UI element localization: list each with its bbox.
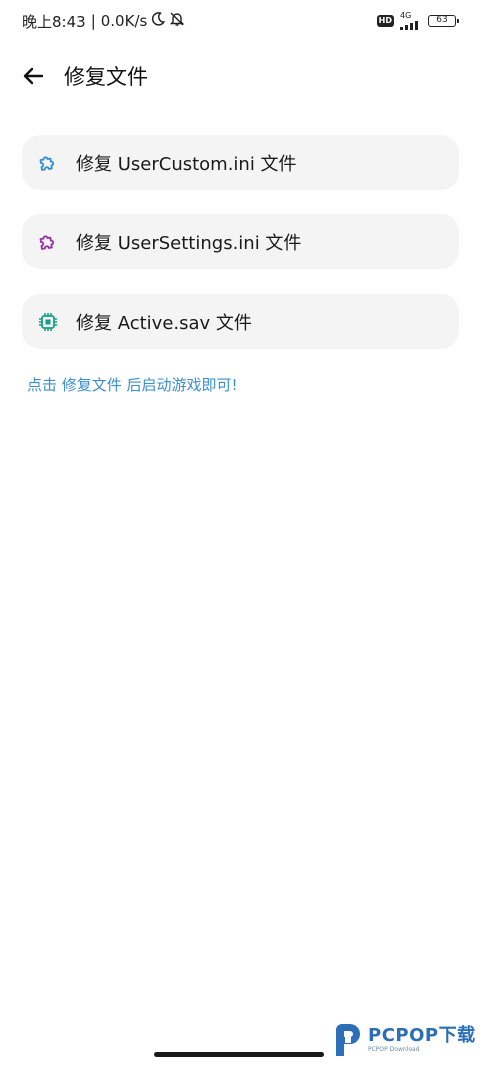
- app-bar: 修复文件: [0, 50, 480, 102]
- hd-badge: HD: [376, 15, 394, 27]
- watermark-text: PCPOP下载 PCPOP Download: [368, 1026, 476, 1054]
- watermark: PCPOP下载 PCPOP Download: [332, 1020, 480, 1060]
- item-label: 修复 Active.sav 文件: [76, 312, 252, 334]
- page-title: 修复文件: [64, 65, 148, 89]
- arrow-left-icon: [23, 67, 44, 85]
- puzzle-icon: [36, 230, 60, 254]
- puzzle-icon: [36, 151, 60, 175]
- network-type: 4G: [400, 11, 412, 20]
- chip-icon: [36, 310, 60, 334]
- back-button[interactable]: [11, 54, 55, 98]
- status-time: 晚上8:43: [22, 12, 86, 31]
- item-label: 修复 UserSettings.ini 文件: [76, 232, 302, 254]
- bell-off-icon: [169, 11, 185, 31]
- home-indicator[interactable]: [154, 1052, 324, 1057]
- fix-usersettings-item[interactable]: 修复 UserSettings.ini 文件: [22, 214, 459, 269]
- pcpop-logo-icon: [336, 1024, 360, 1056]
- status-left: 晚上8:43 | 0.0K/s: [22, 11, 185, 32]
- screen: 晚上8:43 | 0.0K/s HD 4G 63 修复文件 修复 UserCus…: [0, 0, 480, 1066]
- fix-usercustom-item[interactable]: 修复 UserCustom.ini 文件: [22, 135, 459, 190]
- status-speed: 0.0K/s: [100, 12, 148, 30]
- status-bar: 晚上8:43 | 0.0K/s HD 4G 63: [0, 0, 480, 42]
- item-label: 修复 UserCustom.ini 文件: [76, 153, 297, 175]
- network-indicator: 4G: [400, 12, 422, 30]
- battery-level: 63: [436, 15, 448, 25]
- watermark-main: PCPOP下载: [368, 1025, 476, 1046]
- battery-icon: 63: [428, 15, 459, 27]
- moon-icon: [150, 11, 166, 31]
- status-separator: |: [90, 12, 96, 30]
- hint-text: 点击 修复文件 后启动游戏即可!: [27, 376, 238, 394]
- status-right: HD 4G 63: [376, 12, 459, 30]
- watermark-sub: PCPOP Download: [368, 1046, 420, 1053]
- fix-active-sav-item[interactable]: 修复 Active.sav 文件: [22, 294, 459, 349]
- signal-icon: [400, 21, 418, 30]
